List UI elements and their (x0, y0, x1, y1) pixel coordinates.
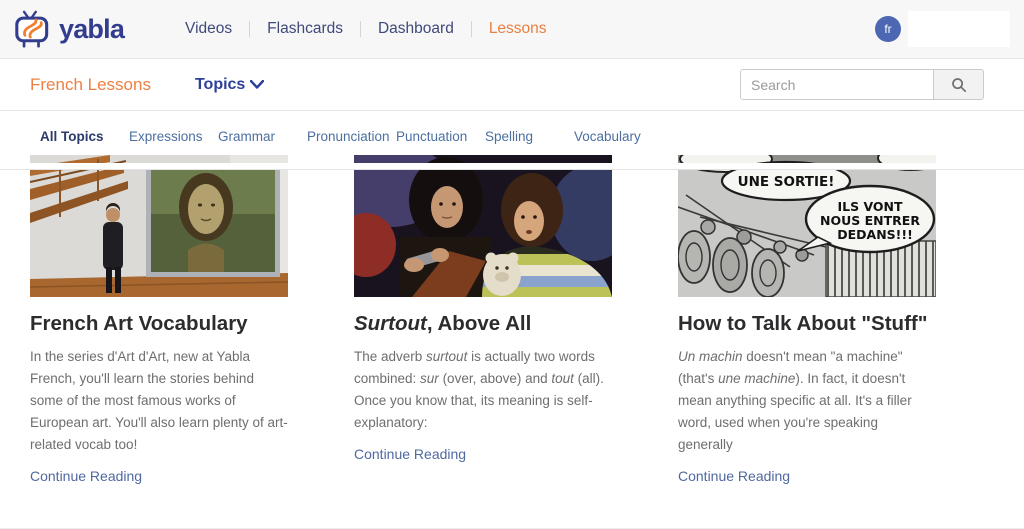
search-bar (740, 69, 984, 100)
section-divider (0, 163, 1024, 170)
logo-wordmark: yabla (59, 14, 124, 45)
lessons-toolbar: French Lessons Topics (0, 59, 1024, 111)
tab-all-topics[interactable]: All Topics (40, 129, 129, 144)
search-icon (951, 77, 967, 93)
yabla-logo[interactable]: yabla (14, 10, 124, 48)
nav-item-dashboard[interactable]: Dashboard (361, 20, 471, 38)
lesson-card-list: French Art Vocabulary In the series d'Ar… (30, 155, 936, 486)
continue-reading-link[interactable]: Continue Reading (678, 468, 790, 484)
lesson-card-french-art-vocabulary: French Art Vocabulary In the series d'Ar… (30, 155, 288, 486)
card-description: Un machin doesn't mean "a machine" (that… (678, 346, 936, 456)
card-title: French Art Vocabulary (30, 311, 288, 337)
top-navigation-bar: yabla Videos Flashcards Dashboard Lesson… (0, 0, 1024, 59)
continue-reading-link[interactable]: Continue Reading (354, 446, 466, 462)
page-title: French Lessons (30, 75, 151, 95)
language-avatar[interactable]: fr (875, 16, 901, 42)
topics-dropdown-button[interactable]: Topics (195, 76, 264, 94)
card-description: The adverb surtout is actually two words… (354, 346, 612, 434)
card-image-tv-watchers[interactable] (354, 155, 612, 297)
card-title: How to Talk About "Stuff" (678, 311, 936, 337)
nav-item-flashcards[interactable]: Flashcards (250, 20, 360, 38)
speech-bubble-text: NOUS ENTRER (820, 213, 920, 228)
lesson-card-stuff: UNE SORTIE! ILS VONT NOUS ENTRER DEDANS!… (678, 155, 936, 486)
tab-pronunciation[interactable]: Pronunciation (307, 129, 396, 144)
user-menu-box[interactable] (908, 11, 1010, 47)
speech-bubble-text: UNE SORTIE! (738, 174, 835, 190)
yabla-tv-icon (14, 10, 54, 48)
nav-item-videos[interactable]: Videos (168, 20, 249, 38)
card-image-art-studio[interactable] (30, 155, 288, 297)
nav-item-lessons[interactable]: Lessons (472, 20, 564, 38)
speech-bubble-text: ILS VONT (837, 199, 903, 214)
search-input[interactable] (741, 70, 933, 99)
card-title: Surtout, Above All (354, 311, 612, 337)
search-button[interactable] (933, 70, 983, 99)
tab-expressions[interactable]: Expressions (129, 129, 218, 144)
tab-punctuation[interactable]: Punctuation (396, 129, 485, 144)
card-image-comic[interactable]: UNE SORTIE! ILS VONT NOUS ENTRER DEDANS!… (678, 155, 936, 297)
lessons-page: yabla Videos Flashcards Dashboard Lesson… (0, 0, 1024, 529)
topics-dropdown-label: Topics (195, 76, 245, 94)
main-nav: Videos Flashcards Dashboard Lessons (168, 20, 564, 38)
speech-bubble-text: DEDANS!!! (837, 227, 913, 242)
topbar-right: fr (875, 11, 1010, 47)
tab-vocabulary[interactable]: Vocabulary (574, 129, 663, 144)
continue-reading-link[interactable]: Continue Reading (30, 468, 142, 484)
tab-spelling[interactable]: Spelling (485, 129, 574, 144)
lesson-card-surtout: Surtout, Above All The adverb surtout is… (354, 155, 612, 486)
tab-grammar[interactable]: Grammar (218, 129, 307, 144)
card-description: In the series d'Art d'Art, new at Yabla … (30, 346, 288, 456)
chevron-down-icon (250, 80, 264, 89)
